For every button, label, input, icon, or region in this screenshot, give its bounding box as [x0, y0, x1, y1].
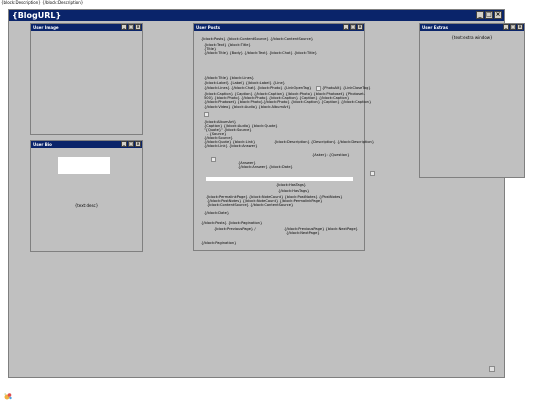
- close-icon[interactable]: ×: [357, 24, 363, 30]
- post-line: {/block:NextPage}: [286, 231, 320, 235]
- minimize-icon[interactable]: _: [343, 24, 349, 30]
- window-controls: _ □ ×: [121, 24, 141, 30]
- post-line: {/block:Posts} {block:Pagination}: [201, 221, 263, 225]
- user-extras-title-bar[interactable]: User Extras _ □ ×: [420, 24, 524, 31]
- post-line: {/block:Link} {block:Answer}: [204, 144, 258, 148]
- broken-image-icon: [211, 157, 216, 162]
- post-line: {block:Label} {Label} {/block:Label} {Li…: [204, 81, 285, 85]
- page-description: {block:Description} {/block:Description}: [1, 0, 84, 5]
- post-line: {/block:Title} {block:Lines}: [204, 76, 255, 80]
- user-extras-title: User Extras: [422, 25, 448, 30]
- main-title-bar[interactable]: {BlogURL} _ □ ×: [9, 10, 504, 21]
- user-bio-title-bar[interactable]: User Bio _ □ ×: [31, 141, 142, 148]
- user-extras-window: User Extras _ □ × {text:extra window}: [419, 23, 525, 178]
- post-line: {PhotoAlt} {LinkCloseTag}: [322, 86, 371, 90]
- post-line: {/block:Video} {block:Audio} {block:Albu…: [204, 105, 291, 109]
- maximize-icon[interactable]: □: [128, 24, 134, 30]
- window-controls: _ □ ×: [343, 24, 363, 30]
- post-line: {/block:Lines} {/block:Chat} {block:Phot…: [204, 86, 312, 90]
- user-bio-window: User Bio _ □ × {text:desc}: [30, 140, 143, 252]
- user-posts-title-bar[interactable]: User Posts _ □ ×: [194, 24, 364, 31]
- window-controls: _ □ ×: [121, 141, 141, 147]
- minimize-icon[interactable]: _: [476, 11, 484, 19]
- broken-image-icon: [316, 86, 321, 91]
- post-line: {block:ContentSource} {/block:ContentSou…: [207, 203, 294, 207]
- post-line: {Asker}: {Question}: [312, 153, 350, 157]
- post-line: {/block:Pagination}: [201, 241, 237, 245]
- post-divider: [206, 177, 353, 181]
- broken-image-icon: [204, 112, 209, 117]
- minimize-icon[interactable]: _: [503, 24, 509, 30]
- post-line: {/block:Date}: [204, 211, 230, 215]
- post-line: {/block:Title} {Body} {/block:Text} {blo…: [204, 51, 317, 55]
- post-line: {/block:Photoset} {block:Photo}{/block:P…: [204, 100, 372, 104]
- extras-text: {text:extra window}: [451, 35, 493, 40]
- sparkle-logo-icon: [4, 393, 12, 400]
- maximize-icon[interactable]: □: [485, 11, 493, 19]
- maximize-icon[interactable]: □: [128, 141, 134, 147]
- user-image-title: User Image: [33, 25, 59, 30]
- close-icon[interactable]: ×: [135, 141, 141, 147]
- user-bio-title: User Bio: [33, 142, 52, 147]
- minimize-icon[interactable]: _: [121, 141, 127, 147]
- user-posts-window: User Posts _ □ × {block:Posts} {block:Co…: [193, 23, 375, 251]
- main-window-controls: _ □ ×: [476, 11, 502, 19]
- post-line: {block:HasTags}: [276, 183, 307, 187]
- post-line: {block:Posts} {block:ContentSource} {/bl…: [201, 37, 314, 41]
- close-icon[interactable]: ×: [517, 24, 523, 30]
- maximize-icon[interactable]: □: [510, 24, 516, 30]
- close-icon[interactable]: ×: [494, 11, 502, 19]
- broken-image-icon: [370, 171, 375, 176]
- window-controls: _ □ ×: [503, 24, 523, 30]
- close-icon[interactable]: ×: [135, 24, 141, 30]
- post-line: {block:PreviousPage} /: [214, 227, 256, 231]
- bio-image-placeholder: [58, 157, 110, 174]
- post-line: {/block:HasTags}: [278, 189, 310, 193]
- minimize-icon[interactable]: _: [121, 24, 127, 30]
- broken-image-icon: [489, 366, 495, 372]
- maximize-icon[interactable]: □: [350, 24, 356, 30]
- bio-text: {text:desc}: [74, 203, 99, 208]
- user-image-window: User Image _ □ ×: [30, 23, 143, 135]
- user-image-title-bar[interactable]: User Image _ □ ×: [31, 24, 142, 31]
- user-posts-title: User Posts: [196, 25, 221, 30]
- blog-url-title: {BlogURL}: [12, 11, 62, 20]
- post-line: {/block:Answer} {block:Date}: [238, 165, 293, 169]
- post-line: {block:Description} {Description} {/bloc…: [274, 140, 375, 144]
